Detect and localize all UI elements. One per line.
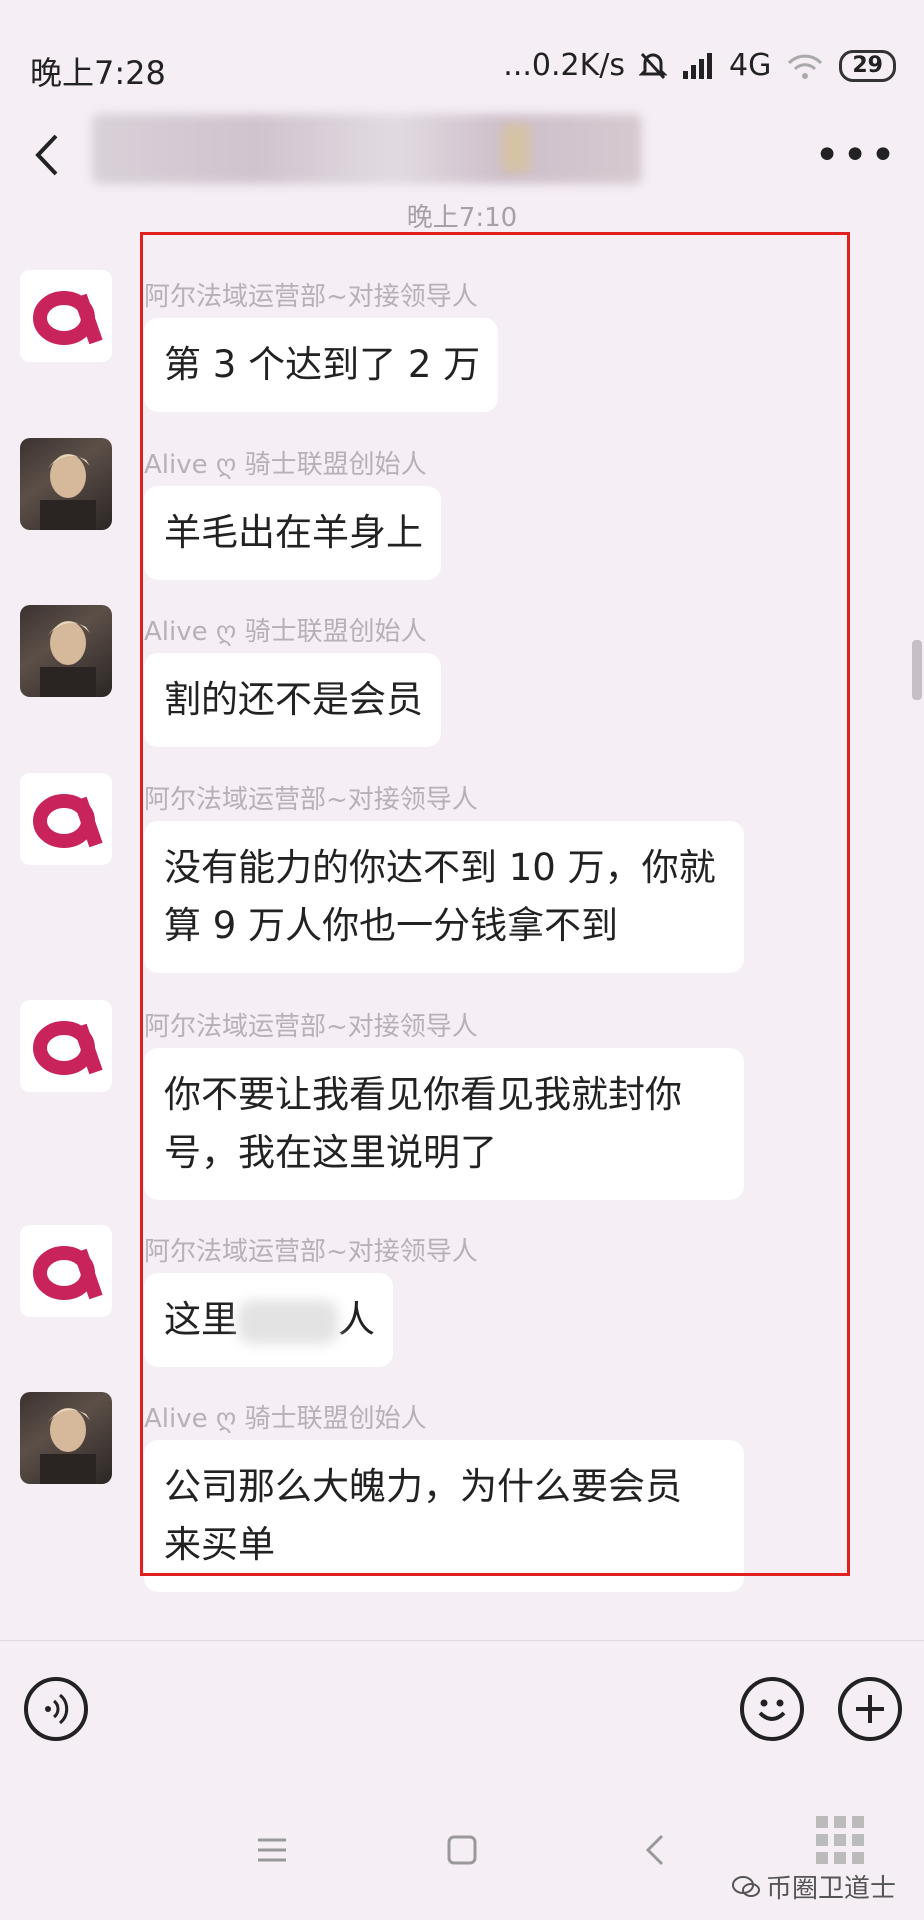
avatar[interactable]	[20, 438, 112, 530]
watermark-text: 币圈卫道士	[765, 1874, 896, 1904]
home-icon[interactable]	[432, 1820, 492, 1880]
sender-name: Alive ღ 骑士联盟创始人	[144, 617, 427, 647]
watermark: 币圈卫道士	[731, 1868, 896, 1905]
back-arrow-icon[interactable]	[28, 130, 68, 180]
emoji-button[interactable]	[740, 1677, 804, 1741]
message-bubble[interactable]: 羊毛出在羊身上	[144, 486, 441, 580]
message-bubble[interactable]: 割的还不是会员	[144, 653, 441, 747]
brand-logo-icon	[33, 291, 103, 345]
message-bubble[interactable]: 公司那么大魄力，为什么要会员 来买单	[144, 1440, 744, 1592]
voice-input-button[interactable]	[24, 1677, 88, 1741]
avatar[interactable]	[20, 773, 112, 865]
sender-name: Alive ღ 骑士联盟创始人	[144, 1404, 427, 1434]
add-attachment-button[interactable]	[838, 1677, 902, 1741]
scrollbar[interactable]	[912, 640, 922, 700]
network-speed: ...0.2K/s	[503, 48, 626, 83]
user-photo-icon	[40, 1408, 96, 1484]
avatar[interactable]	[20, 270, 112, 362]
avatar[interactable]	[20, 1392, 112, 1484]
message-bubble[interactable]: 你不要让我看见你看见我就封你 号，我在这里说明了	[144, 1048, 744, 1200]
sender-name: Alive ღ 骑士联盟创始人	[144, 450, 427, 480]
status-time: 晚上7:28	[30, 54, 166, 92]
sender-name: 阿尔法域运营部~对接领导人	[144, 1012, 478, 1042]
brand-logo-icon	[33, 1021, 103, 1075]
avatar[interactable]	[20, 1000, 112, 1092]
input-bar	[0, 1640, 924, 1771]
chat-title	[92, 114, 642, 184]
user-photo-icon	[40, 454, 96, 530]
user-photo-icon	[40, 621, 96, 697]
sender-name: 阿尔法域运营部~对接领导人	[144, 785, 478, 815]
redacted-patch	[238, 1299, 338, 1344]
brand-logo-icon	[33, 1246, 103, 1300]
more-options-icon[interactable]: •••	[814, 134, 898, 178]
message-bubble[interactable]: 没有能力的你达不到 10 万，你就 算 9 万人你也一分钱拿不到	[144, 821, 744, 973]
system-nav-bar: 币圈卫道士	[0, 1770, 924, 1920]
plus-icon	[856, 1695, 884, 1723]
wechat-icon	[731, 1875, 760, 1897]
sender-name: 阿尔法域运营部~对接领导人	[144, 282, 478, 312]
avatar[interactable]	[20, 605, 112, 697]
menu-icon[interactable]	[242, 1820, 302, 1880]
grid-icon	[816, 1816, 864, 1864]
message-text-start: 这里	[164, 1298, 238, 1341]
avatar[interactable]	[20, 1225, 112, 1317]
battery-indicator: 29	[839, 49, 896, 82]
brand-logo-icon	[33, 794, 103, 848]
status-indicators: ...0.2K/s 4G 29	[503, 48, 896, 83]
message-bubble[interactable]: 第 3 个达到了 2 万	[144, 318, 499, 412]
back-nav-icon[interactable]	[626, 1820, 686, 1880]
mute-icon	[639, 52, 668, 79]
chat-timestamp: 晚上7:10	[406, 203, 518, 233]
network-type: 4G	[729, 48, 772, 83]
chat-header: •••	[0, 100, 924, 210]
sender-name: 阿尔法域运营部~对接领导人	[144, 1237, 478, 1267]
message-bubble[interactable]: 这里 人	[144, 1273, 393, 1367]
message-text-end: 人	[338, 1298, 375, 1341]
voice-icon	[45, 1693, 69, 1725]
signal-icon	[683, 52, 713, 79]
wifi-icon	[788, 54, 823, 79]
smiley-icon	[758, 1699, 786, 1721]
